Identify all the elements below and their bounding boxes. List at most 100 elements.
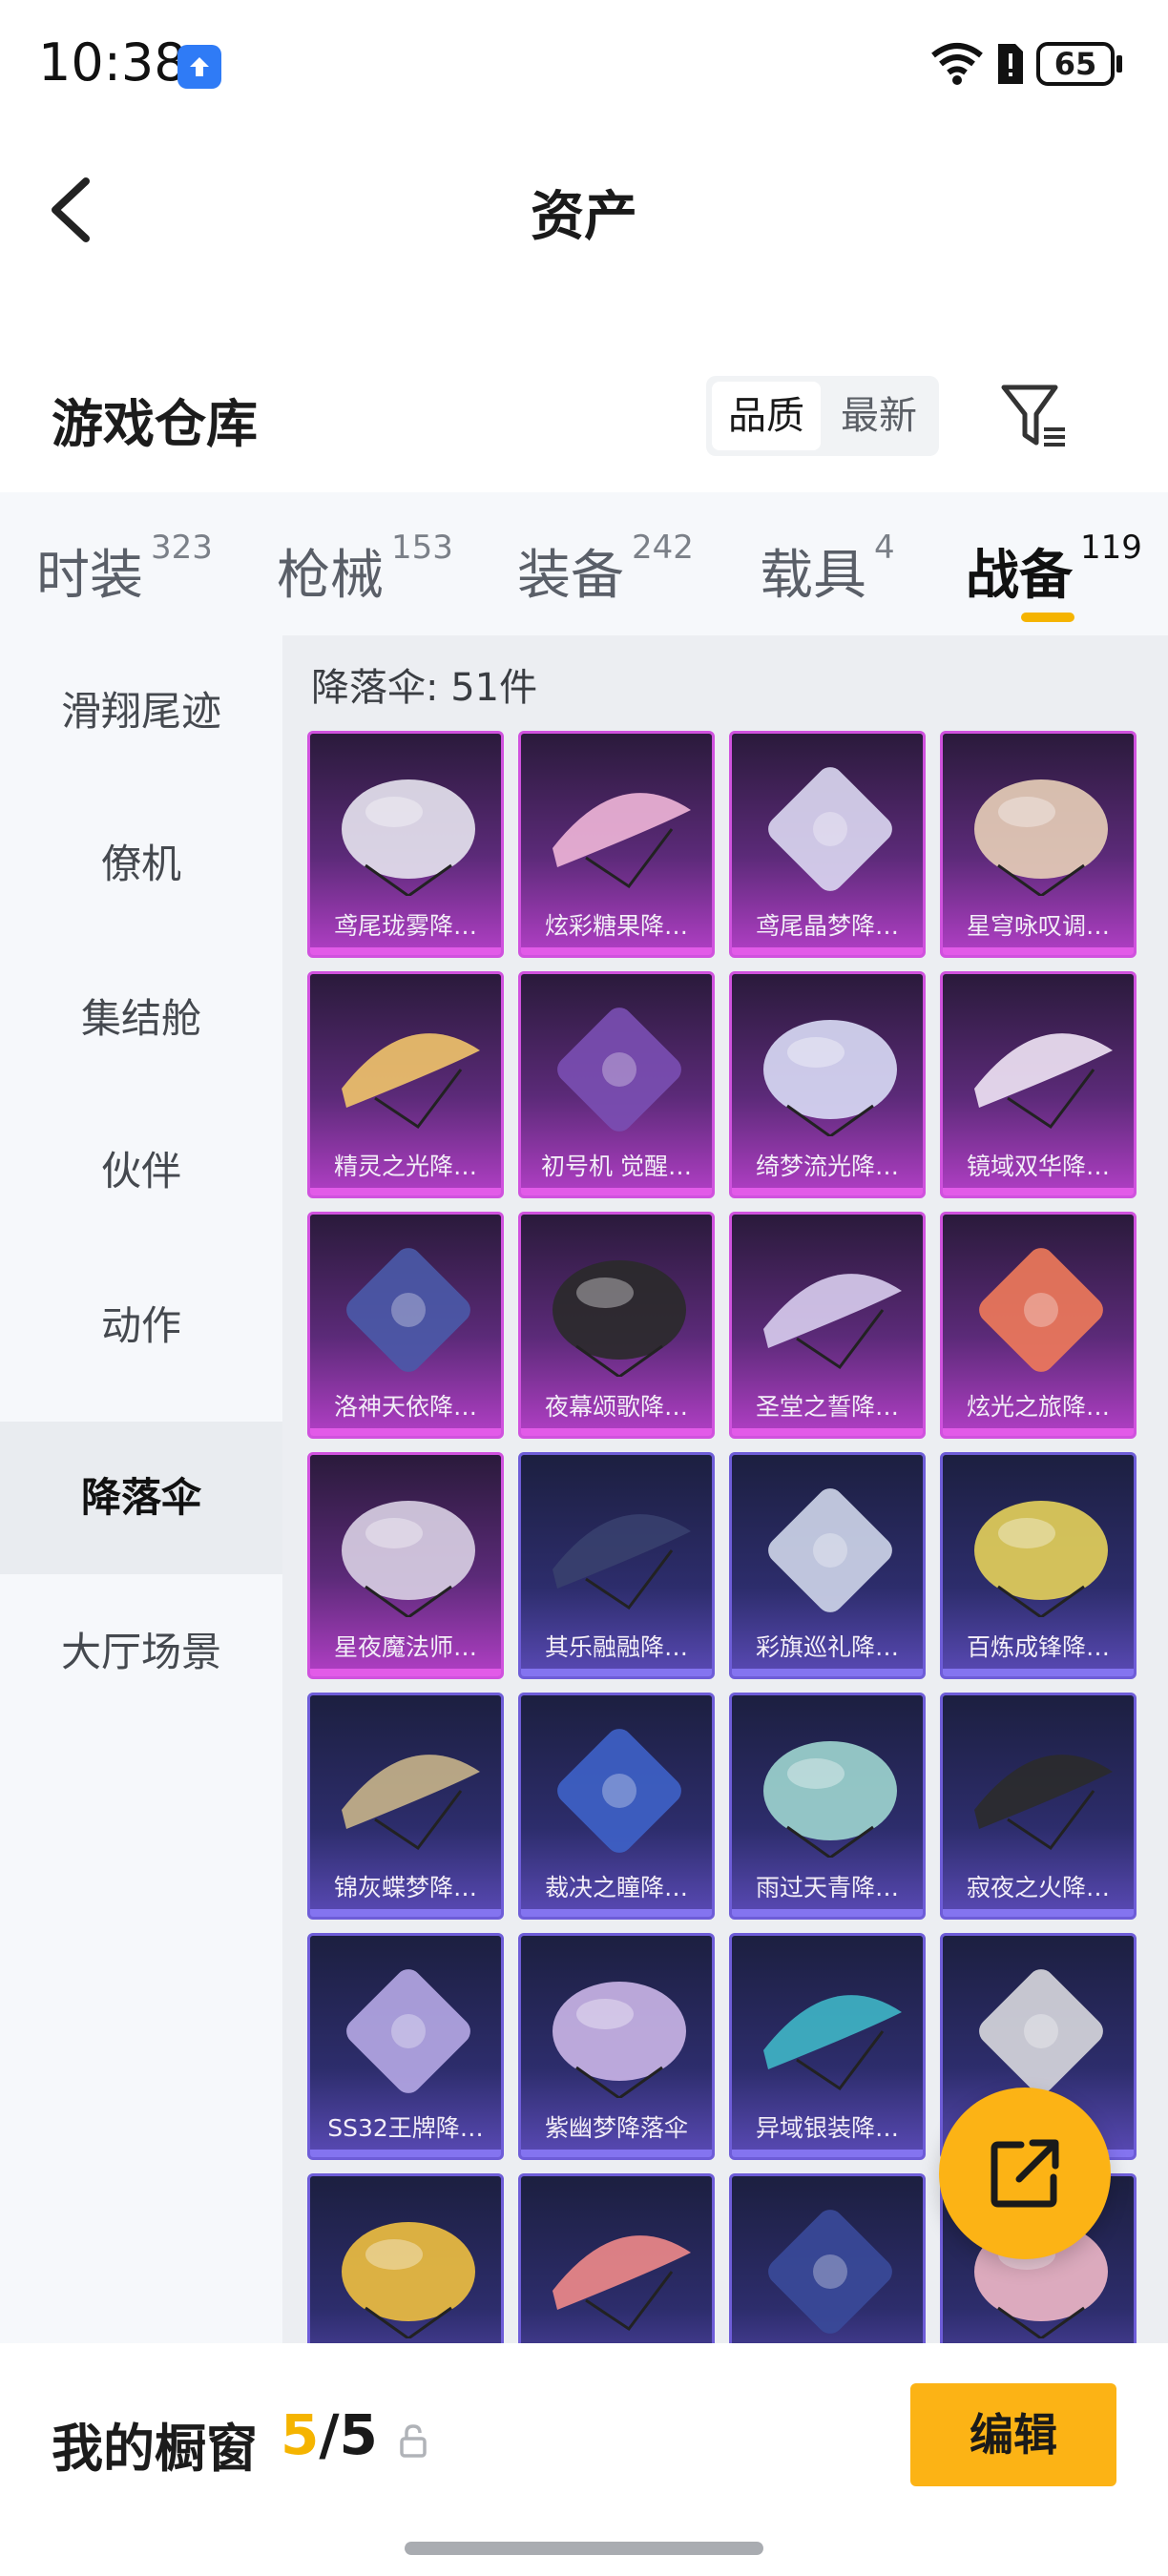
parachute-icon: [346, 1248, 470, 1372]
parachute-icon: [553, 2235, 691, 2332]
parachute-icon: [763, 1274, 902, 1370]
sort-by-quality[interactable]: 品质: [712, 382, 821, 450]
rarity-bar: [732, 947, 923, 955]
tab-fashion[interactable]: 时装 323: [36, 529, 213, 610]
rarity-bar: [310, 947, 501, 955]
item-name: 夜幕颂歌降…: [544, 1393, 688, 1421]
rarity-bar: [943, 1909, 1134, 1917]
rarity-bar: [732, 1428, 923, 1436]
parachute-icon: [557, 1008, 681, 1132]
item-card[interactable]: 镜域双华降…: [940, 971, 1137, 1198]
status-bar: 10:38 65: [0, 0, 1168, 134]
parachute-icon: [763, 1995, 902, 2091]
wifi-icon: [931, 43, 983, 85]
upload-notification-icon: [177, 45, 221, 89]
rarity-bar: [310, 1188, 501, 1195]
item-name: 锦灰蝶梦降…: [333, 1874, 477, 1901]
lock-icon: [400, 2424, 427, 2458]
tab-equipment[interactable]: 装备 242: [517, 529, 694, 610]
sidebar-item-glide-trail[interactable]: 滑翔尾迹: [0, 635, 282, 788]
sidebar-item-parachute[interactable]: 降落伞: [0, 1422, 282, 1574]
sidebar-item-companion[interactable]: 伙伴: [0, 1095, 282, 1248]
parachute-icon: [974, 1501, 1108, 1617]
tab-firearms[interactable]: 枪械 153: [277, 529, 453, 610]
parachute-icon: [979, 1969, 1103, 2093]
item-card[interactable]: 洛神天依降…: [307, 1212, 504, 1439]
home-indicator[interactable]: [405, 2542, 763, 2555]
rarity-bar: [732, 1909, 923, 1917]
parachute-icon: [553, 1982, 686, 2098]
app-header: 资产: [0, 134, 1168, 277]
rarity-bar: [732, 2150, 923, 2157]
item-name: 彩旗巡礼降…: [755, 1633, 899, 1661]
edit-button[interactable]: 编辑: [910, 2383, 1116, 2486]
battery-icon: 65: [1036, 42, 1124, 88]
sort-toggle: 品质 最新: [706, 376, 939, 456]
item-card[interactable]: 鸢尾珑雾降…: [307, 731, 504, 958]
rarity-bar: [310, 1669, 501, 1676]
item-card[interactable]: [518, 2173, 715, 2343]
warehouse-row: 游戏仓库 品质 最新: [0, 353, 1168, 487]
item-card[interactable]: [307, 2173, 504, 2343]
sidebar-item-emote[interactable]: 动作: [0, 1250, 282, 1402]
parachute-icon: [342, 1755, 480, 1851]
item-card[interactable]: 雨过天青降…: [729, 1693, 926, 1920]
item-name: 洛神天依降…: [333, 1393, 477, 1421]
item-name: 雨过天青降…: [755, 1874, 899, 1901]
tab-count: 119: [1080, 529, 1142, 567]
sidebar-item-wingman[interactable]: 僚机: [0, 788, 282, 941]
item-card[interactable]: [729, 2173, 926, 2343]
item-name: 绮梦流光降…: [755, 1153, 899, 1180]
item-card[interactable]: 异域银装降…: [729, 1933, 926, 2160]
sidebar-item-assembly-pod[interactable]: 集结舱: [0, 943, 282, 1095]
item-card[interactable]: 百炼成锋降…: [940, 1452, 1137, 1679]
item-card[interactable]: 绮梦流光降…: [729, 971, 926, 1198]
tab-count: 242: [632, 529, 694, 567]
tab-combat-gear[interactable]: 战备 119: [966, 529, 1142, 610]
tab-vehicles[interactable]: 载具 4: [760, 529, 895, 610]
item-card[interactable]: 夜幕颂歌降…: [518, 1212, 715, 1439]
item-card[interactable]: 初号机 觉醒…: [518, 971, 715, 1198]
item-card[interactable]: 锦灰蝶梦降…: [307, 1693, 504, 1920]
item-name: 炫光之旅降…: [966, 1393, 1110, 1421]
filter-icon[interactable]: [998, 380, 1071, 452]
item-count-label: 降落伞: 51件: [311, 666, 538, 710]
item-card[interactable]: 寂夜之火降…: [940, 1693, 1137, 1920]
rarity-bar: [943, 947, 1134, 955]
sidebar-item-lobby-scene[interactable]: 大厅场景: [0, 1576, 282, 1729]
rarity-bar: [310, 1909, 501, 1917]
item-card[interactable]: 紫幽梦降落伞: [518, 1933, 715, 2160]
parachute-icon: [553, 1514, 691, 1610]
item-name: 百炼成锋降…: [966, 1633, 1110, 1661]
item-card[interactable]: 星夜魔法师…: [307, 1452, 504, 1679]
item-panel: 降落伞: 51件 鸢尾珑雾降… 炫彩糖果降… 鸢尾晶梦降… 星穹咏叹调… 精灵之光降… 初…: [282, 635, 1168, 2343]
item-name: 异域银装降…: [755, 2114, 899, 2142]
item-name: 鸢尾珑雾降…: [333, 912, 477, 940]
parachute-icon: [342, 779, 475, 896]
rarity-bar: [521, 947, 712, 955]
item-card[interactable]: 彩旗巡礼降…: [729, 1452, 926, 1679]
rarity-bar: [732, 1669, 923, 1676]
share-button[interactable]: [939, 2088, 1111, 2259]
item-name: 镜域双华降…: [966, 1153, 1110, 1180]
item-card[interactable]: 鸢尾晶梦降…: [729, 731, 926, 958]
page-title: 资产: [531, 186, 637, 248]
item-card[interactable]: 精灵之光降…: [307, 971, 504, 1198]
item-card[interactable]: 星穹咏叹调…: [940, 731, 1137, 958]
item-card[interactable]: 炫彩糖果降…: [518, 731, 715, 958]
share-icon: [991, 2139, 1059, 2208]
item-name: 炫彩糖果降…: [544, 912, 688, 940]
parachute-icon: [768, 1488, 892, 1612]
sidebar: 滑翔尾迹 僚机 集结舱 伙伴 动作 降落伞 大厅场景: [0, 635, 282, 2343]
item-card[interactable]: 炫光之旅降…: [940, 1212, 1137, 1439]
rarity-bar: [310, 1428, 501, 1436]
item-name: 寂夜之火降…: [966, 1874, 1110, 1901]
sort-by-newest[interactable]: 最新: [824, 382, 933, 450]
item-card[interactable]: 其乐融融降…: [518, 1452, 715, 1679]
parachute-icon: [553, 1260, 686, 1377]
item-card[interactable]: 裁决之瞳降…: [518, 1693, 715, 1920]
item-card[interactable]: 圣堂之誓降…: [729, 1212, 926, 1439]
warehouse-title: 游戏仓库: [52, 394, 258, 454]
rarity-bar: [732, 1188, 923, 1195]
item-card[interactable]: SS32王牌降…: [307, 1933, 504, 2160]
